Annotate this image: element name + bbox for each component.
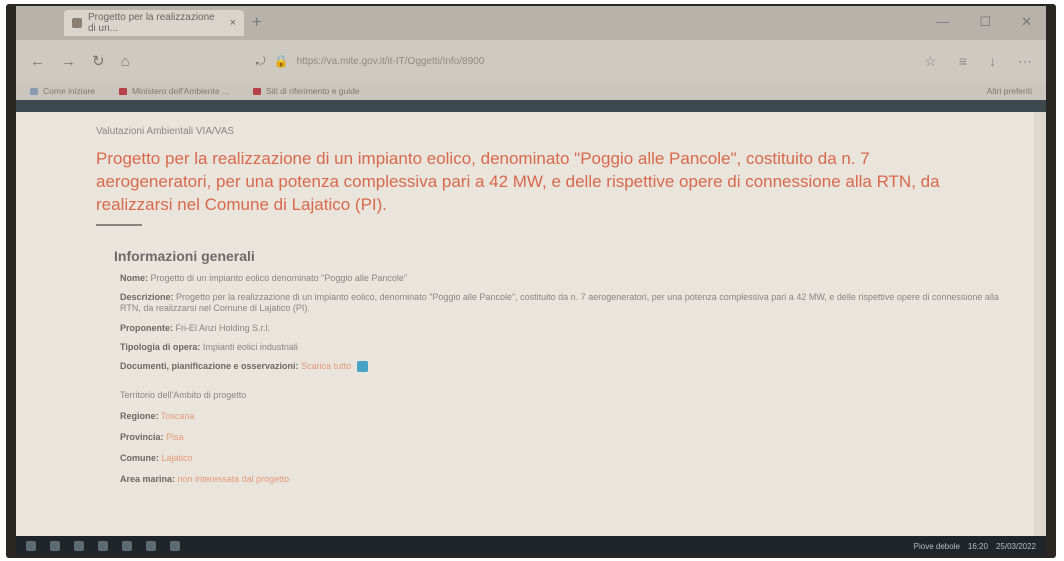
task-view-icon[interactable]: [74, 541, 84, 551]
bookmark-icon: [118, 87, 127, 95]
back-icon[interactable]: ←: [30, 53, 45, 70]
maximize-button[interactable]: ☐: [979, 14, 991, 30]
refresh-icon[interactable]: ↻: [92, 52, 105, 70]
site-header-strip: [16, 100, 1046, 112]
address-url[interactable]: https://va.mite.gov.it/it-IT/Oggetti/Inf…: [297, 56, 485, 67]
bookmark-icon: [253, 87, 262, 95]
location-row-area: Area marina: non interessata dal progett…: [120, 474, 1046, 484]
field-label: Tipologia di opera:: [120, 342, 201, 352]
bookmark-label: Ministero dell'Ambiente ...: [131, 86, 230, 96]
search-icon[interactable]: [50, 541, 60, 551]
info-row-type: Tipologia di opera: Impianti eolici indu…: [120, 342, 1046, 352]
bookmark-label: Come iniziare: [43, 86, 95, 96]
photo-frame: Progetto per la realizzazione di un... ×…: [6, 4, 1056, 558]
info-row-description: Descrizione: Progetto per la realizzazio…: [120, 292, 1000, 314]
mail-icon[interactable]: [146, 541, 156, 551]
lock-icon: 🔒: [273, 54, 289, 68]
field-value[interactable]: Toscana: [161, 411, 195, 421]
location-row-region: Regione: Toscana: [120, 411, 1046, 421]
new-tab-button[interactable]: +: [252, 14, 261, 32]
info-row-name: Nome: Progetto di un impianto eolico den…: [120, 273, 1046, 283]
minimize-button[interactable]: —: [936, 14, 949, 30]
clock-time[interactable]: 16:20: [968, 542, 988, 551]
navigation-bar: ← → ↻ ⌂ ⤾ 🔒 https://va.mite.gov.it/it-IT…: [16, 40, 1046, 82]
browser-tab[interactable]: Progetto per la realizzazione di un... ×: [64, 10, 244, 36]
download-icon[interactable]: [356, 361, 368, 373]
home-icon[interactable]: ⌂: [121, 53, 130, 70]
os-taskbar: Piove debole 16:20 25/03/2022: [16, 536, 1046, 556]
window-controls: — ☐ ✕: [936, 14, 1032, 30]
bookmark-item[interactable]: Siti di riferimento e guide: [253, 86, 360, 96]
store-icon[interactable]: [170, 541, 180, 551]
documents-link[interactable]: Scarica tutto: [301, 361, 351, 371]
reader-icon[interactable]: ⤾: [256, 54, 266, 69]
start-menu-icon[interactable]: [26, 541, 36, 551]
field-label: Provincia:: [120, 432, 164, 443]
location-list: Regione: Toscana Provincia: Pisa Comune:…: [120, 411, 1046, 484]
section-title: Informazioni generali: [114, 248, 255, 264]
field-label: Documenti, pianificazione e osservazioni…: [120, 361, 299, 371]
breadcrumb[interactable]: Valutazioni Ambientali VIA/VAS: [96, 126, 1046, 137]
field-label: Proponente:: [120, 323, 173, 333]
location-row-comune: Comune: Lajatico: [120, 453, 1046, 463]
page-content: Valutazioni Ambientali VIA/VAS Progetto …: [16, 112, 1046, 536]
field-value: non interessata dal progetto: [177, 474, 290, 485]
bookmark-icon: [30, 87, 38, 95]
collections-icon[interactable]: ≡: [959, 53, 967, 70]
info-row-documents: Documenti, pianificazione e osservazioni…: [120, 361, 1046, 373]
field-value: Progetto per la realizzazione di un impi…: [120, 292, 999, 313]
field-label: Descrizione:: [120, 292, 174, 302]
favorite-star-icon[interactable]: ☆: [924, 53, 937, 70]
close-window-button[interactable]: ✕: [1021, 14, 1032, 30]
other-favorites[interactable]: Altri preferiti: [987, 86, 1032, 96]
system-tray: Piove debole 16:20 25/03/2022: [914, 542, 1036, 551]
bookmark-item[interactable]: Ministero dell'Ambiente ...: [118, 86, 230, 96]
favicon-icon: [72, 18, 82, 28]
settings-more-icon[interactable]: ⋯: [1018, 53, 1032, 70]
field-label: Nome:: [120, 273, 149, 283]
page-title: Progetto per la realizzazione di un impi…: [96, 149, 940, 214]
toolbar-right: ☆ ≡ ↓ ⋯: [924, 53, 1032, 70]
clock-date[interactable]: 25/03/2022: [996, 542, 1036, 551]
location-intro: Territorio dell'Ambito di progetto: [120, 390, 247, 401]
field-value: Fri-El Anzi Holding S.r.l.: [175, 323, 271, 333]
title-divider: [96, 224, 142, 226]
downloads-icon[interactable]: ↓: [989, 53, 996, 70]
field-label: Comune:: [120, 453, 159, 464]
field-label: Area marina:: [120, 474, 176, 485]
field-value[interactable]: Pisa: [166, 432, 184, 442]
tab-title: Progetto per la realizzazione di un...: [88, 12, 215, 34]
file-explorer-icon[interactable]: [122, 541, 132, 551]
location-row-province: Provincia: Pisa: [120, 432, 1046, 442]
bookmarks-bar: Come iniziare Ministero dell'Ambiente ..…: [16, 82, 1046, 100]
scrollbar[interactable]: [1034, 112, 1046, 536]
field-label: Regione:: [120, 411, 159, 422]
field-value[interactable]: Lajatico: [162, 453, 193, 463]
address-bar[interactable]: ⤾ 🔒 https://va.mite.gov.it/it-IT/Oggetti…: [256, 49, 816, 73]
field-value: Progetto di un impianto eolico denominat…: [150, 273, 408, 283]
edge-browser-icon[interactable]: [98, 541, 108, 551]
bookmark-item[interactable]: Come iniziare: [30, 86, 95, 96]
bookmark-label: Siti di riferimento e guide: [266, 86, 360, 96]
info-list: Nome: Progetto di un impianto eolico den…: [120, 273, 1046, 484]
weather-text[interactable]: Piove debole: [914, 542, 960, 551]
tab-bar: Progetto per la realizzazione di un... ×…: [16, 6, 1046, 40]
forward-icon[interactable]: →: [61, 53, 76, 70]
info-row-proponent: Proponente: Fri-El Anzi Holding S.r.l.: [120, 323, 1046, 333]
tab-close-icon[interactable]: ×: [230, 17, 236, 29]
field-value: Impianti eolici industriali: [202, 342, 298, 352]
